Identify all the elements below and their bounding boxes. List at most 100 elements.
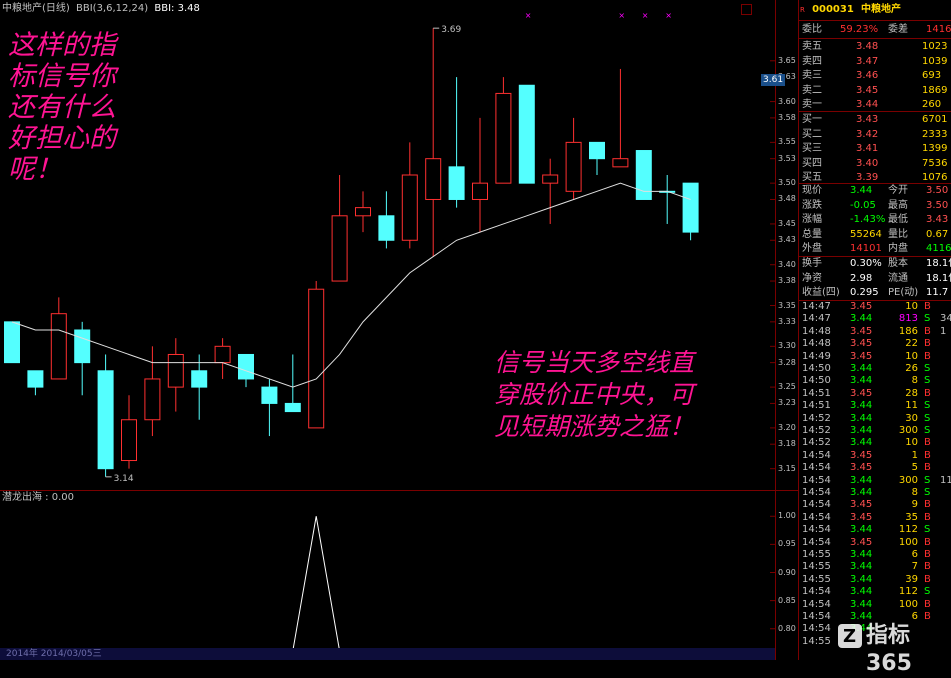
high-price-label: 3.69	[441, 25, 461, 35]
trade-row: 14:52 3.44 10 B	[800, 437, 951, 449]
event-marker: ×	[642, 11, 649, 20]
candle-body-up	[167, 353, 184, 388]
y-tick-label: 3.35	[778, 300, 796, 310]
stock-short-name: 中粮地产	[861, 4, 901, 15]
level-volume: 1399	[922, 143, 948, 155]
candle-body-up	[495, 92, 512, 184]
event-marker: ×	[665, 11, 672, 20]
quote-title: R 000031 中粮地产	[800, 4, 901, 16]
stat-value: 3.50	[926, 199, 949, 211]
event-marker: ×	[525, 11, 532, 20]
trade-time: 14:54	[802, 462, 831, 474]
stat-row: 涨幅 -1.43% 最低 3.43	[800, 213, 951, 227]
trade-volume: 7	[911, 561, 918, 573]
candle-body-up	[565, 141, 582, 192]
lower-y-tick-label: 0.85	[778, 595, 796, 605]
ask-row[interactable]: 卖二 3.45 1869	[800, 84, 951, 98]
candle-body-down	[261, 386, 278, 404]
trade-price: 3.45	[850, 338, 873, 350]
trade-volume: 8	[911, 375, 918, 387]
stat-value: 0.30%	[850, 258, 882, 269]
trade-side: S	[924, 524, 931, 536]
stat-label: 外盘	[802, 243, 822, 255]
level-price: 3.41	[856, 143, 879, 155]
book-divider	[798, 111, 951, 112]
trade-row: 14:54 3.44 112 S	[800, 524, 951, 536]
ask-row[interactable]: 卖四 3.47 1039	[800, 55, 951, 69]
trade-time: 14:55	[802, 549, 831, 560]
quote-sep	[798, 38, 951, 39]
fundamental-row: 换手 0.30% 股本 18.1亿	[800, 257, 951, 271]
trade-volume: 5	[911, 462, 918, 474]
lower-indicator-name: 潜龙出海 : 0.00	[2, 492, 74, 503]
trade-side: B	[924, 462, 931, 474]
right-annotation-line: 见短期涨势之猛！	[494, 412, 695, 441]
weibi-label: 委比	[802, 24, 822, 35]
ask-row[interactable]: 卖三 3.46 693	[800, 69, 951, 83]
ask-row[interactable]: 卖五 3.48 1023	[800, 40, 951, 54]
stat-label: 今开	[888, 185, 908, 196]
candle-body-up	[50, 313, 67, 380]
level-label: 卖四	[802, 55, 822, 67]
level-price: 3.47	[856, 55, 879, 67]
trade-price: 3.45	[850, 301, 873, 312]
trade-volume: 8	[911, 487, 918, 498]
candle-body-up	[355, 207, 371, 217]
bid-row[interactable]: 买三 3.41 1399	[800, 142, 951, 156]
left-annotation-line: 呢！	[8, 154, 62, 185]
y-tick-label: 3.25	[778, 382, 796, 392]
candle-body-up	[308, 288, 325, 429]
trade-row: 14:54 3.45 35 B	[800, 512, 951, 524]
y-tick-label: 3.18	[778, 439, 796, 449]
level-volume: 7536	[922, 157, 948, 169]
level-price: 3.42	[856, 128, 879, 140]
y-tick-label: 3.15	[778, 463, 796, 473]
left-annotation-line: 好担心的	[8, 123, 116, 154]
level-price: 3.45	[856, 84, 879, 96]
trade-time: 14:55	[802, 561, 831, 573]
trade-side: B	[924, 561, 931, 573]
bid-row[interactable]: 买四 3.40 7536	[800, 157, 951, 171]
trade-time: 14:50	[802, 375, 831, 387]
y-tick-label: 3.30	[778, 341, 796, 351]
left-annotation-line: 这样的指	[8, 30, 116, 61]
trade-volume: 112	[898, 586, 918, 598]
trade-row: 14:50 3.44 26 S	[800, 363, 951, 375]
right-annotation: 信号当天多空线直 穿股价正中央，可 见短期涨势之猛！	[494, 347, 694, 443]
trade-volume: 10	[905, 301, 918, 312]
y-tick-label: 3.53	[778, 153, 796, 163]
trade-side: S	[924, 474, 931, 486]
stat-value: 0.67	[926, 228, 949, 240]
bid-row[interactable]: 买二 3.42 2333	[800, 128, 951, 142]
trade-volume: 28	[905, 387, 918, 399]
trade-row: 14:54 3.44 100 B	[800, 599, 951, 611]
trade-volume: 186	[898, 325, 918, 337]
watermark-text: 指标365	[866, 623, 912, 676]
trade-volume: 22	[905, 338, 918, 350]
trade-time: 14:54	[802, 598, 831, 610]
trade-time: 14:54	[802, 511, 831, 523]
trade-price: 3.44	[850, 474, 873, 486]
candle-body-down	[238, 353, 254, 380]
lower-y-tick-label: 0.95	[778, 539, 796, 549]
lower-pane-header: 潜龙出海 : 0.00	[2, 492, 74, 504]
trade-time: 14:48	[802, 338, 831, 350]
bid-row[interactable]: 买一 3.43 6701	[800, 113, 951, 127]
stat-value: -0.05	[850, 199, 876, 211]
y-tick-label: 3.55	[778, 137, 796, 147]
level-label: 卖五	[802, 41, 822, 52]
weibi-value: 59.23%	[840, 24, 879, 35]
stat-label: PE(动)	[888, 287, 919, 299]
candle-body-up	[472, 182, 488, 200]
weibi-row: 委比 59.23% 委差 1416	[800, 22, 951, 38]
y-tick-label: 3.40	[778, 259, 796, 269]
trade-side: S	[924, 313, 931, 325]
trade-price: 3.44	[850, 586, 873, 598]
candle-body-up	[121, 419, 137, 462]
trade-time: 14:52	[802, 437, 831, 449]
trade-volume: 9	[911, 499, 918, 511]
y-tick-label: 3.23	[778, 398, 796, 408]
y-tick-label: 3.48	[778, 194, 796, 204]
level-price: 3.40	[856, 157, 879, 169]
date-bar: 2014年 2014/03/05三	[0, 648, 775, 660]
